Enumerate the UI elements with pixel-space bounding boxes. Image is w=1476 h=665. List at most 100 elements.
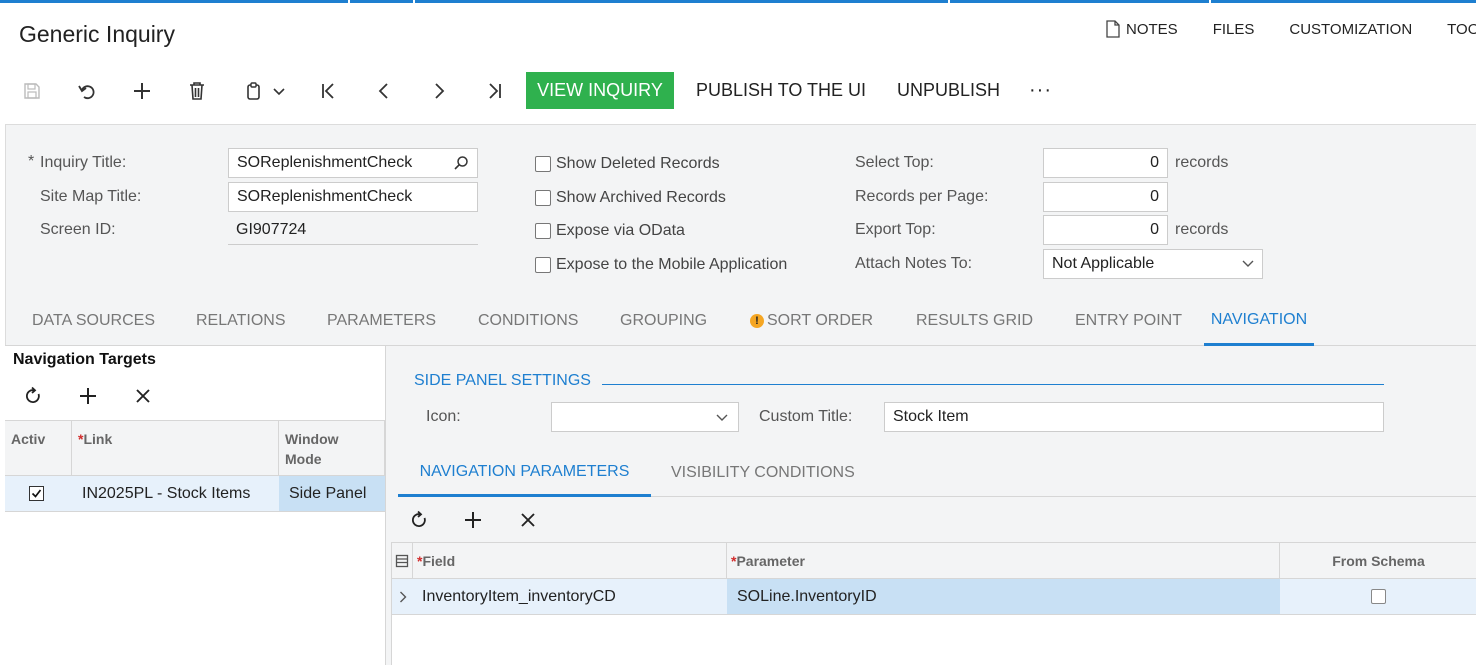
- select-top-field[interactable]: 0: [1043, 148, 1168, 178]
- notes-link[interactable]: NOTES: [1105, 20, 1178, 38]
- inquiry-title-value: SOReplenishmentCheck: [237, 154, 413, 171]
- trash-icon: [190, 81, 204, 100]
- column-header-from-schema[interactable]: From Schema: [1280, 543, 1476, 579]
- sub-tabs: NAVIGATION PARAMETERS VISIBILITY CONDITI…: [398, 450, 1476, 497]
- more-button[interactable]: ···: [1029, 72, 1052, 109]
- select-top-value: 0: [1150, 154, 1159, 171]
- custom-title-field[interactable]: Stock Item: [884, 402, 1384, 432]
- expose-odata-label: Expose via OData: [556, 222, 685, 239]
- icon-select[interactable]: [551, 402, 739, 432]
- active-checkbox[interactable]: [29, 486, 44, 501]
- select-top-label: Select Top:: [855, 154, 934, 171]
- files-link[interactable]: FILES: [1213, 20, 1255, 38]
- tools-link[interactable]: TOO: [1447, 20, 1476, 38]
- active-cell[interactable]: [5, 476, 72, 511]
- show-deleted-checkbox[interactable]: Show Deleted Records: [535, 155, 720, 173]
- icon-label: Icon:: [426, 408, 461, 425]
- next-record-button[interactable]: [425, 72, 453, 109]
- records-per-page-value: 0: [1150, 188, 1159, 205]
- column-header-field-label: Field: [422, 552, 456, 569]
- undo-icon: [78, 84, 95, 99]
- field-cell[interactable]: InventoryItem_inventoryCD: [413, 579, 727, 615]
- site-map-title-field[interactable]: SOReplenishmentCheck: [228, 182, 478, 212]
- files-label: FILES: [1212, 20, 1255, 38]
- search-icon[interactable]: [453, 155, 469, 171]
- column-header-field[interactable]: * Field: [413, 543, 727, 579]
- refresh-icon: [26, 386, 40, 403]
- undo-button[interactable]: [73, 72, 101, 109]
- view-inquiry-button[interactable]: VIEW INQUIRY: [526, 72, 674, 109]
- tab-conditions[interactable]: CONDITIONS: [478, 296, 578, 345]
- section-divider: [602, 384, 1384, 385]
- tab-results-grid[interactable]: RESULTS GRID: [916, 296, 1033, 345]
- add-row-button[interactable]: [75, 383, 101, 409]
- delete-button[interactable]: [183, 72, 211, 109]
- tools-label: TOO: [1447, 20, 1476, 38]
- add-button[interactable]: [128, 72, 156, 109]
- navigation-settings-panel: SIDE PANEL SETTINGS Icon: Custom Title: …: [391, 346, 1476, 665]
- table-row[interactable]: IN2025PL - Stock Items Side Panel: [5, 476, 385, 512]
- plus-icon: [80, 388, 96, 404]
- parameter-cell[interactable]: SOLine.InventoryID: [727, 579, 1280, 615]
- link-cell[interactable]: IN2025PL - Stock Items: [72, 476, 279, 511]
- expose-odata-checkbox[interactable]: Expose via OData: [535, 222, 685, 240]
- previous-record-button[interactable]: [370, 72, 398, 109]
- tab-data-sources[interactable]: DATA SOURCES: [32, 296, 155, 345]
- column-header-active[interactable]: Activ: [5, 421, 72, 477]
- row-expander[interactable]: [392, 579, 413, 615]
- custom-title-label: Custom Title:: [759, 408, 853, 425]
- customization-link[interactable]: CUSTOMIZATION: [1289, 20, 1412, 38]
- checkbox[interactable]: [535, 223, 551, 239]
- delete-row-button[interactable]: [130, 383, 156, 409]
- chevron-right-icon: [435, 82, 445, 99]
- show-archived-checkbox[interactable]: Show Archived Records: [535, 189, 726, 207]
- window-mode-cell[interactable]: Side Panel: [279, 476, 385, 511]
- last-record-button[interactable]: [480, 72, 508, 109]
- from-schema-cell[interactable]: [1280, 579, 1476, 615]
- tab-sort-order[interactable]: ! SORT ORDER: [750, 296, 873, 345]
- from-schema-checkbox[interactable]: [1371, 589, 1386, 604]
- plus-icon: [465, 512, 481, 528]
- tab-navigation[interactable]: NAVIGATION: [1204, 296, 1314, 346]
- tab-sort-order-label: SORT ORDER: [767, 311, 874, 329]
- custom-title-value: Stock Item: [893, 408, 969, 425]
- delete-param-button[interactable]: [515, 507, 541, 533]
- expose-mobile-checkbox[interactable]: Expose to the Mobile Application: [535, 256, 787, 274]
- tab-parameters[interactable]: PARAMETERS: [327, 296, 436, 345]
- warning-icon: !: [750, 313, 764, 328]
- checkbox[interactable]: [535, 190, 551, 206]
- notes-label: NOTES: [1126, 20, 1178, 38]
- refresh-params-button[interactable]: [406, 507, 432, 533]
- last-icon: [489, 82, 501, 99]
- refresh-button[interactable]: [20, 383, 46, 409]
- tab-relations[interactable]: RELATIONS: [196, 296, 286, 345]
- add-param-button[interactable]: [460, 507, 486, 533]
- required-marker: *: [28, 153, 35, 170]
- inquiry-title-field[interactable]: SOReplenishmentCheck: [228, 148, 478, 178]
- top-accent-line: [0, 0, 1476, 3]
- tab-visibility-conditions[interactable]: VISIBILITY CONDITIONS: [671, 450, 855, 496]
- column-header-link[interactable]: *Link: [72, 421, 279, 477]
- column-header-parameter[interactable]: * Parameter: [727, 543, 1280, 579]
- checkbox[interactable]: [535, 156, 551, 172]
- copy-paste-button[interactable]: [238, 72, 292, 109]
- unpublish-button[interactable]: UNPUBLISH: [897, 72, 1000, 109]
- publish-button[interactable]: PUBLISH TO THE UI: [696, 72, 866, 109]
- tab-grouping[interactable]: GROUPING: [620, 296, 707, 345]
- screen-id-value: GI907724: [236, 220, 307, 238]
- export-top-field[interactable]: 0: [1043, 215, 1168, 245]
- tab-entry-point[interactable]: ENTRY POINT: [1075, 296, 1182, 345]
- page-title: Generic Inquiry: [19, 21, 175, 47]
- side-panel-settings-title: SIDE PANEL SETTINGS: [414, 372, 591, 389]
- attach-notes-select[interactable]: Not Applicable: [1043, 249, 1263, 279]
- first-icon: [322, 82, 334, 99]
- export-top-unit: records: [1175, 221, 1229, 238]
- screen-id-label: Screen ID:: [40, 221, 116, 238]
- records-per-page-field[interactable]: 0: [1043, 182, 1168, 212]
- checkbox[interactable]: [535, 257, 551, 273]
- tab-navigation-parameters[interactable]: NAVIGATION PARAMETERS: [398, 450, 651, 497]
- column-header-window-mode[interactable]: Window Mode: [279, 421, 385, 477]
- first-record-button[interactable]: [315, 72, 343, 109]
- column-settings-header[interactable]: [392, 543, 413, 579]
- save-button[interactable]: [18, 72, 46, 109]
